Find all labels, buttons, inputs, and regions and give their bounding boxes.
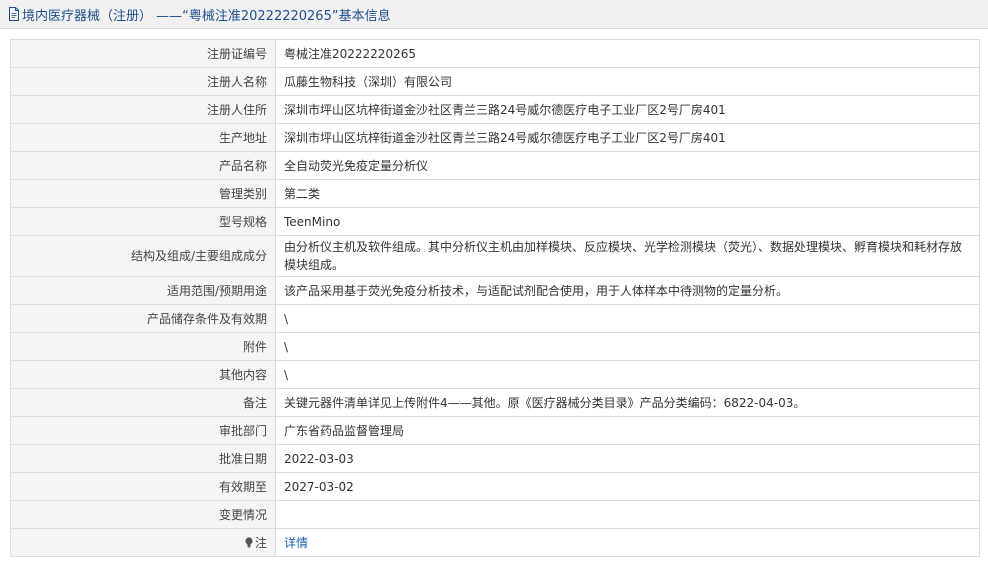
- field-value: [275, 500, 980, 529]
- field-value: 由分析仪主机及软件组成。其中分析仪主机由加样模块、反应模块、光学检测模块（荧光）…: [275, 235, 980, 277]
- field-label: 适用范围/预期用途: [10, 276, 276, 305]
- table-row: 附件 \: [10, 332, 980, 361]
- details-link[interactable]: 详情: [284, 536, 308, 550]
- field-value: 瓜藤生物科技（深圳）有限公司: [275, 67, 980, 96]
- table-row: 变更情况: [10, 500, 980, 529]
- field-label: 产品名称: [10, 151, 276, 180]
- field-value: \: [275, 332, 980, 361]
- field-value: 2027-03-02: [275, 472, 980, 501]
- table-row: 管理类别 第二类: [10, 179, 980, 208]
- document-icon: [9, 7, 19, 21]
- field-label: 变更情况: [10, 500, 276, 529]
- field-value: 第二类: [275, 179, 980, 208]
- table-row: 其他内容 \: [10, 360, 980, 389]
- lightbulb-icon: [245, 536, 253, 548]
- table-row: 注册证编号 粤械注准20222220265: [10, 39, 980, 68]
- field-label: 审批部门: [10, 416, 276, 445]
- field-value: 深圳市坪山区坑梓街道金沙社区青兰三路24号威尔德医疗电子工业厂区2号厂房401: [275, 123, 980, 152]
- note-row: 注 详情: [10, 528, 980, 557]
- field-label: 型号规格: [10, 207, 276, 236]
- field-label: 有效期至: [10, 472, 276, 501]
- table-row: 注册人名称 瓜藤生物科技（深圳）有限公司: [10, 67, 980, 96]
- field-value: 深圳市坪山区坑梓街道金沙社区青兰三路24号威尔德医疗电子工业厂区2号厂房401: [275, 95, 980, 124]
- field-label: 备注: [10, 388, 276, 417]
- field-value: 2022-03-03: [275, 444, 980, 473]
- field-label: 批准日期: [10, 444, 276, 473]
- table-row: 适用范围/预期用途 该产品采用基于荧光免疫分析技术，与适配试剂配合使用，用于人体…: [10, 276, 980, 305]
- note-label: 注: [254, 535, 267, 550]
- field-label: 其他内容: [10, 360, 276, 389]
- table-row: 注册人住所 深圳市坪山区坑梓街道金沙社区青兰三路24号威尔德医疗电子工业厂区2号…: [10, 95, 980, 124]
- device-info-table: 注册证编号 粤械注准20222220265 注册人名称 瓜藤生物科技（深圳）有限…: [10, 39, 980, 557]
- field-label: 产品储存条件及有效期: [10, 304, 276, 333]
- field-value: \: [275, 304, 980, 333]
- field-label: 注册人住所: [10, 95, 276, 124]
- table-row: 结构及组成/主要组成成分 由分析仪主机及软件组成。其中分析仪主机由加样模块、反应…: [10, 235, 980, 277]
- table-row: 审批部门 广东省药品监督管理局: [10, 416, 980, 445]
- field-label: 附件: [10, 332, 276, 361]
- field-label: 结构及组成/主要组成成分: [10, 235, 276, 277]
- field-value: 关键元器件清单详见上传附件4——其他。原《医疗器械分类目录》产品分类编码：682…: [275, 388, 980, 417]
- info-table-container: 注册证编号 粤械注准20222220265 注册人名称 瓜藤生物科技（深圳）有限…: [10, 39, 980, 557]
- table-row: 产品名称 全自动荧光免疫定量分析仪: [10, 151, 980, 180]
- table-row: 型号规格 TeenMino: [10, 207, 980, 236]
- field-value: 粤械注准20222220265: [275, 39, 980, 68]
- field-label: 注册人名称: [10, 67, 276, 96]
- field-label: 管理类别: [10, 179, 276, 208]
- table-row: 批准日期 2022-03-03: [10, 444, 980, 473]
- table-row: 产品储存条件及有效期 \: [10, 304, 980, 333]
- field-value: TeenMino: [275, 207, 980, 236]
- field-value: 全自动荧光免疫定量分析仪: [275, 151, 980, 180]
- field-label: 生产地址: [10, 123, 276, 152]
- note-value-cell: 详情: [275, 528, 980, 557]
- table-row: 有效期至 2027-03-02: [10, 472, 980, 501]
- table-row: 生产地址 深圳市坪山区坑梓街道金沙社区青兰三路24号威尔德医疗电子工业厂区2号厂…: [10, 123, 980, 152]
- field-value: 该产品采用基于荧光免疫分析技术，与适配试剂配合使用，用于人体样本中待测物的定量分…: [275, 276, 980, 305]
- field-value: \: [275, 360, 980, 389]
- page-header: 境内医疗器械（注册） ——“粤械注准20222220265”基本信息: [0, 0, 988, 29]
- table-row: 备注 关键元器件清单详见上传附件4——其他。原《医疗器械分类目录》产品分类编码：…: [10, 388, 980, 417]
- field-value: 广东省药品监督管理局: [275, 416, 980, 445]
- page-title: 境内医疗器械（注册） ——“粤械注准20222220265”基本信息: [22, 8, 391, 24]
- note-label-cell: 注: [10, 528, 276, 557]
- field-label: 注册证编号: [10, 39, 276, 68]
